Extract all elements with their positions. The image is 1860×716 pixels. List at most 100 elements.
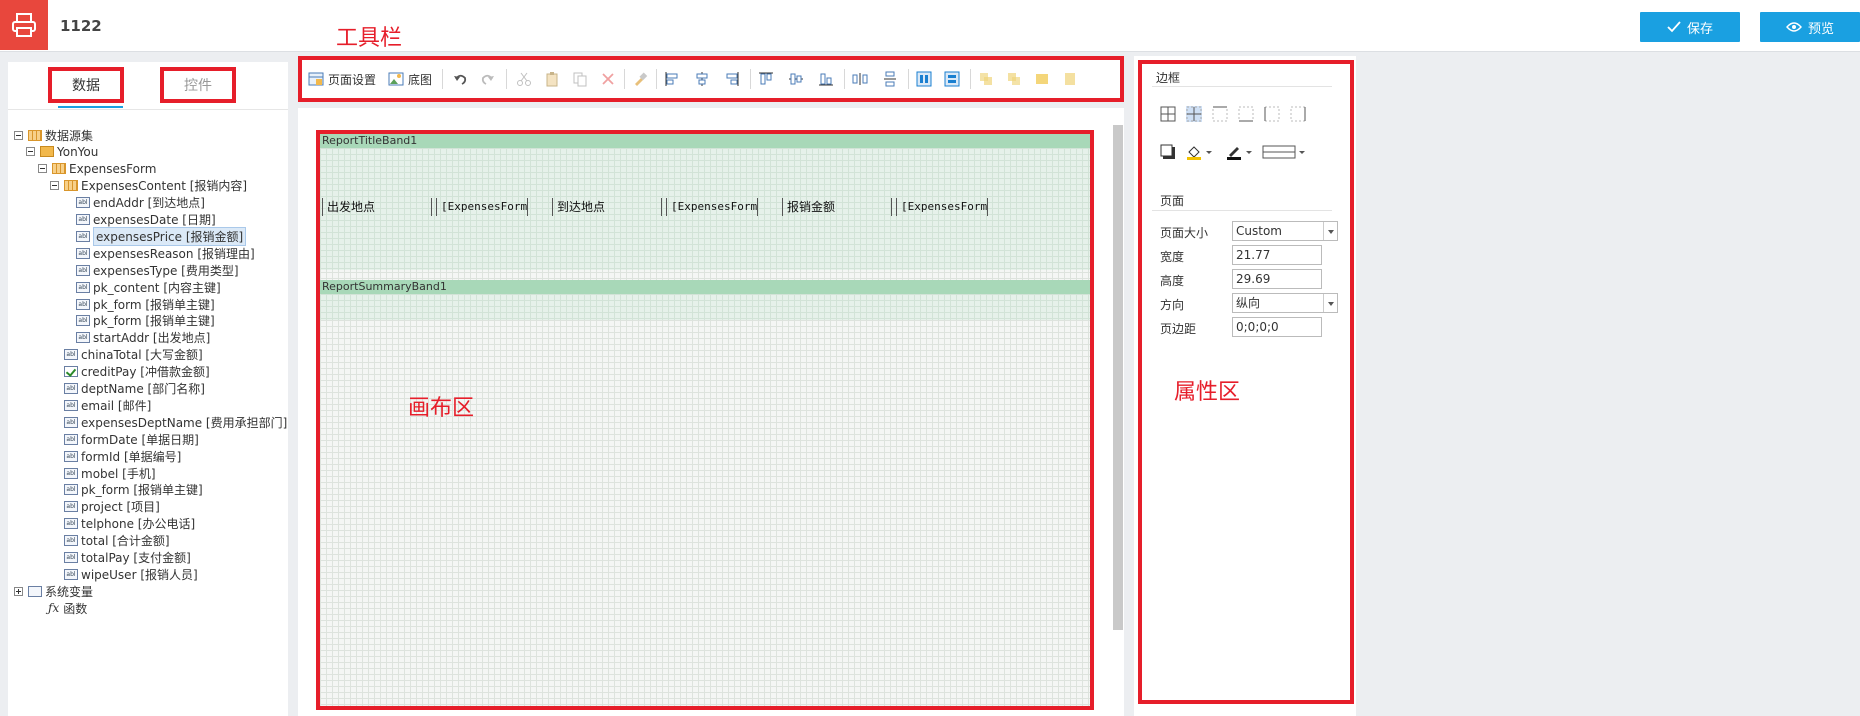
background-image-button[interactable]: 底图 (388, 68, 432, 90)
separator (844, 69, 845, 89)
copy-icon (572, 71, 588, 87)
top-border-icon[interactable] (1212, 106, 1228, 122)
distribute-horizontal-icon (852, 71, 868, 87)
height-label: 高度 (1160, 274, 1185, 288)
height-input[interactable]: 29.69 (1232, 269, 1322, 289)
align-center-button[interactable] (694, 68, 710, 90)
send-backward-icon (1006, 71, 1022, 87)
all-borders-icon[interactable] (1160, 106, 1176, 122)
field-label-cell[interactable]: 到达地点 (552, 198, 662, 216)
align-middle-icon (788, 71, 804, 87)
field-label-cell[interactable]: 报销金额 (782, 198, 892, 216)
text-field-icon: abl (76, 247, 90, 259)
format-painter-button[interactable] (632, 68, 648, 90)
align-left-button[interactable] (664, 68, 680, 90)
tab-data[interactable]: 数据 (48, 67, 124, 103)
distribute-vertical-button[interactable] (882, 68, 898, 90)
properties-panel: 边框 页面 页面大小 Custom 宽度 21.77 高度 29.69 方向 纵… (1134, 56, 1356, 716)
text-field-icon: abl (76, 315, 90, 327)
bring-to-front-button[interactable] (1034, 68, 1050, 90)
expand-icon[interactable] (14, 586, 23, 596)
align-bottom-button[interactable] (818, 68, 834, 90)
align-middle-button[interactable] (788, 68, 804, 90)
paste-button[interactable] (544, 68, 560, 90)
align-right-button[interactable] (724, 68, 740, 90)
preview-label: 预览 (1807, 21, 1834, 37)
separator (656, 69, 657, 89)
text-field-icon: abl (64, 433, 78, 445)
same-height-button[interactable] (944, 68, 960, 90)
bring-forward-button[interactable] (978, 68, 994, 90)
report-title-band-header[interactable]: ReportTitleBand1 (320, 134, 1090, 148)
field-value-cell[interactable]: [ExpensesForm.报销 (896, 198, 988, 216)
align-center-icon (694, 71, 710, 87)
page-setup-icon (308, 71, 324, 87)
separator (970, 69, 971, 89)
text-field-icon: abl (64, 349, 78, 361)
page-setup-button[interactable]: 页面设置 (308, 68, 376, 90)
same-width-icon (916, 71, 932, 87)
collapse-icon[interactable] (26, 147, 35, 157)
delete-button[interactable] (600, 68, 616, 90)
right-border-icon[interactable] (1290, 106, 1306, 122)
checkbox-field-icon (64, 366, 78, 378)
inner-borders-icon[interactable] (1186, 106, 1202, 122)
width-input[interactable]: 21.77 (1232, 245, 1322, 265)
clipboard-icon (544, 71, 560, 87)
canvas-scrollbar[interactable] (1113, 125, 1123, 630)
margin-input[interactable]: 0;0;0;0 (1232, 317, 1322, 337)
text-field-icon: abl (64, 399, 78, 411)
field-value-cell[interactable]: [ExpensesForm.报销 (666, 198, 758, 216)
width-label: 宽度 (1160, 250, 1185, 264)
orientation-select[interactable]: 纵向 (1232, 293, 1338, 313)
margin-label: 页边距 (1160, 322, 1197, 336)
collapse-icon[interactable] (38, 164, 47, 174)
cut-button[interactable] (516, 68, 532, 90)
chevron-down-icon (1323, 222, 1337, 240)
redo-icon (480, 71, 496, 87)
tree-item-label: 函数 (63, 601, 88, 616)
undo-icon (452, 71, 468, 87)
send-to-back-button[interactable] (1062, 68, 1078, 90)
field-value-cell[interactable]: [ExpensesForm.报销 (436, 198, 528, 216)
undo-button[interactable] (452, 68, 468, 90)
copy-button[interactable] (572, 68, 588, 90)
text-field-icon: abl (76, 230, 90, 242)
separator (750, 69, 751, 89)
distribute-horizontal-button[interactable] (852, 68, 868, 90)
data-panel: 数据 控件 数据源集 YonYou ExpensesForm ExpensesCont… (8, 62, 288, 716)
bottom-border-icon[interactable] (1238, 106, 1254, 122)
function-icon: ƒx (48, 601, 60, 616)
align-top-button[interactable] (758, 68, 774, 90)
send-backward-button[interactable] (1006, 68, 1022, 90)
save-label: 保存 (1686, 21, 1713, 37)
top-bar: 1122 保存 预览 工具栏 (0, 0, 1860, 52)
same-width-button[interactable] (916, 68, 932, 90)
report-title: 1122 (60, 17, 102, 35)
preview-button[interactable]: 预览 (1760, 12, 1860, 42)
collapse-icon[interactable] (14, 130, 23, 140)
fill-color-icon[interactable] (1186, 144, 1212, 160)
toolbar-annotation: 工具栏 (336, 26, 403, 51)
text-field-icon: abl (64, 568, 78, 580)
save-button[interactable]: 保存 (1640, 12, 1740, 42)
field-label-cell[interactable]: 出发地点 (322, 198, 432, 216)
border-color-icon[interactable] (1226, 144, 1252, 160)
page-size-value: Custom (1236, 224, 1282, 238)
report-summary-band[interactable] (320, 294, 1090, 320)
tree-item-label: ExpensesForm (69, 161, 157, 176)
shadow-icon[interactable] (1160, 144, 1176, 160)
page-size-select[interactable]: Custom (1232, 221, 1338, 241)
tree-item[interactable]: ƒx 函数 (48, 598, 87, 618)
app-logo[interactable] (0, 0, 48, 50)
left-border-icon[interactable] (1264, 106, 1280, 122)
tab-controls[interactable]: 控件 (160, 67, 236, 103)
redo-button[interactable] (480, 68, 496, 90)
collapse-icon[interactable] (50, 181, 59, 191)
border-style-icon[interactable] (1262, 144, 1306, 160)
delete-icon (600, 71, 616, 87)
text-field-icon: abl (76, 332, 90, 344)
report-summary-band-header[interactable]: ReportSummaryBand1 (320, 280, 1090, 294)
separator (624, 69, 625, 89)
canvas-annotation: 画布区 (408, 396, 475, 421)
